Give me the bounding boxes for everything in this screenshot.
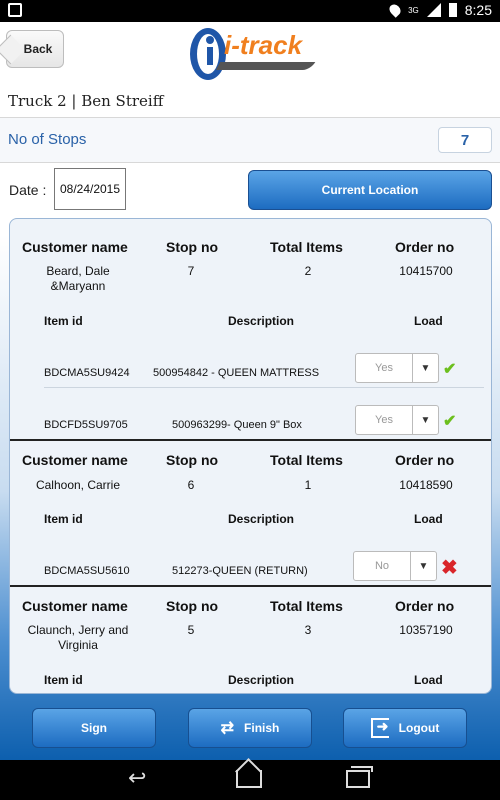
load-header: Load [414,314,443,328]
order-no: 10357190 [399,623,453,637]
total-items-header: Total Items [270,239,343,255]
cross-icon: ✖ [441,557,458,579]
notification-icon [8,3,22,17]
signal-icon [426,3,441,17]
truck-title: Truck 2 | Ben Streiff [8,92,164,110]
order-no-header: Order no [395,239,455,255]
finish-button[interactable]: ⇄ Finish [188,708,312,748]
item-id-header: Item id [44,673,83,687]
stop-no: 5 [187,623,195,637]
item-id: BDCMA5SU5610 [44,565,130,577]
load-header: Load [414,673,443,687]
stop-no: 7 [187,264,195,278]
total-items: 2 [304,264,312,278]
sign-button[interactable]: Sign [32,708,156,748]
itrack-logo: i-track [188,26,318,84]
status-bar: 3G 8:25 [0,0,500,22]
stops-row: No of Stops 7 [0,118,500,162]
customer-name: Beard, Dale &Maryann [46,264,110,293]
load-value: No [374,560,390,572]
total-items: 1 [304,478,312,492]
stop-no-header: Stop no [166,598,219,614]
load-header: Load [414,512,443,526]
load-select[interactable]: Yes ▼ [355,353,439,383]
order-no-header: Order no [395,598,455,614]
android-nav-bar: ↩ [0,760,500,800]
clock: 8:25 [464,2,492,18]
logo-mark-icon [190,28,226,80]
nav-home-icon[interactable] [236,770,262,788]
load-value: Yes [375,414,393,426]
chevron-down-icon: ▼ [410,552,436,580]
order-divider [10,585,491,587]
item-id: BDCFD5SU9705 [44,419,128,431]
load-select[interactable]: No ▼ [353,551,437,581]
date-field[interactable]: 08/24/2015 [54,168,126,210]
check-icon: ✔ [443,361,457,378]
logo-road [215,62,316,70]
chevron-down-icon: ▼ [412,354,438,382]
order-no: 10415700 [399,264,453,278]
back-button[interactable]: Back [6,30,64,68]
app-header: Back i-track [0,22,500,86]
item-id-header: Item id [44,512,83,526]
total-items-header: Total Items [270,598,343,614]
logout-icon [370,718,389,738]
date-label: Date : [9,182,47,198]
sign-button-label: Sign [81,721,107,735]
total-items-header: Total Items [270,452,343,468]
item-id-header: Item id [44,314,83,328]
stops-label: No of Stops [8,131,87,148]
order-divider [10,439,491,441]
customer-name-header: Customer name [22,239,128,255]
stops-count: 7 [438,127,492,153]
item-description: 500963299- Queen 9" Box [172,419,302,431]
order-no: 10418590 [399,478,453,492]
customer-name: Calhoon, Carrie [35,478,121,492]
current-location-button[interactable]: Current Location [248,170,492,210]
stop-no-header: Stop no [166,239,219,255]
nav-back-icon[interactable]: ↩ [128,765,146,791]
check-icon: ✔ [443,413,457,430]
customer-name-header: Customer name [22,452,128,468]
location-icon [387,2,403,18]
item-description: 500954842 - QUEEN MATTRESS [153,367,320,379]
load-value: Yes [375,362,393,374]
description-header: Description [228,512,295,526]
nav-recent-apps-icon[interactable] [346,766,373,788]
item-description: 512273-QUEEN (RETURN) [172,565,308,577]
load-select[interactable]: Yes ▼ [355,405,439,435]
network-type: 3G [408,5,419,15]
total-items: 3 [304,623,312,637]
chevron-down-icon: ▼ [412,406,438,434]
order-no-header: Order no [395,452,455,468]
customer-name-header: Customer name [22,598,128,614]
stop-no: 6 [187,478,195,492]
customer-name: Claunch, Jerry and Virginia [27,623,129,652]
logo-text: i-track [224,30,303,60]
refresh-icon: ⇄ [220,720,235,737]
orders-panel[interactable]: Customer name Stop no Total Items Order … [9,218,492,694]
stop-no-header: Stop no [166,452,219,468]
logout-button-label: Logout [398,721,440,735]
description-header: Description [228,314,295,328]
logout-button[interactable]: Logout [343,708,467,748]
back-button-label: Back [23,42,53,56]
battery-icon [448,3,457,17]
finish-button-label: Finish [244,721,280,735]
item-id: BDCMA5SU9424 [44,367,130,379]
item-divider [44,387,484,388]
description-header: Description [228,673,295,687]
